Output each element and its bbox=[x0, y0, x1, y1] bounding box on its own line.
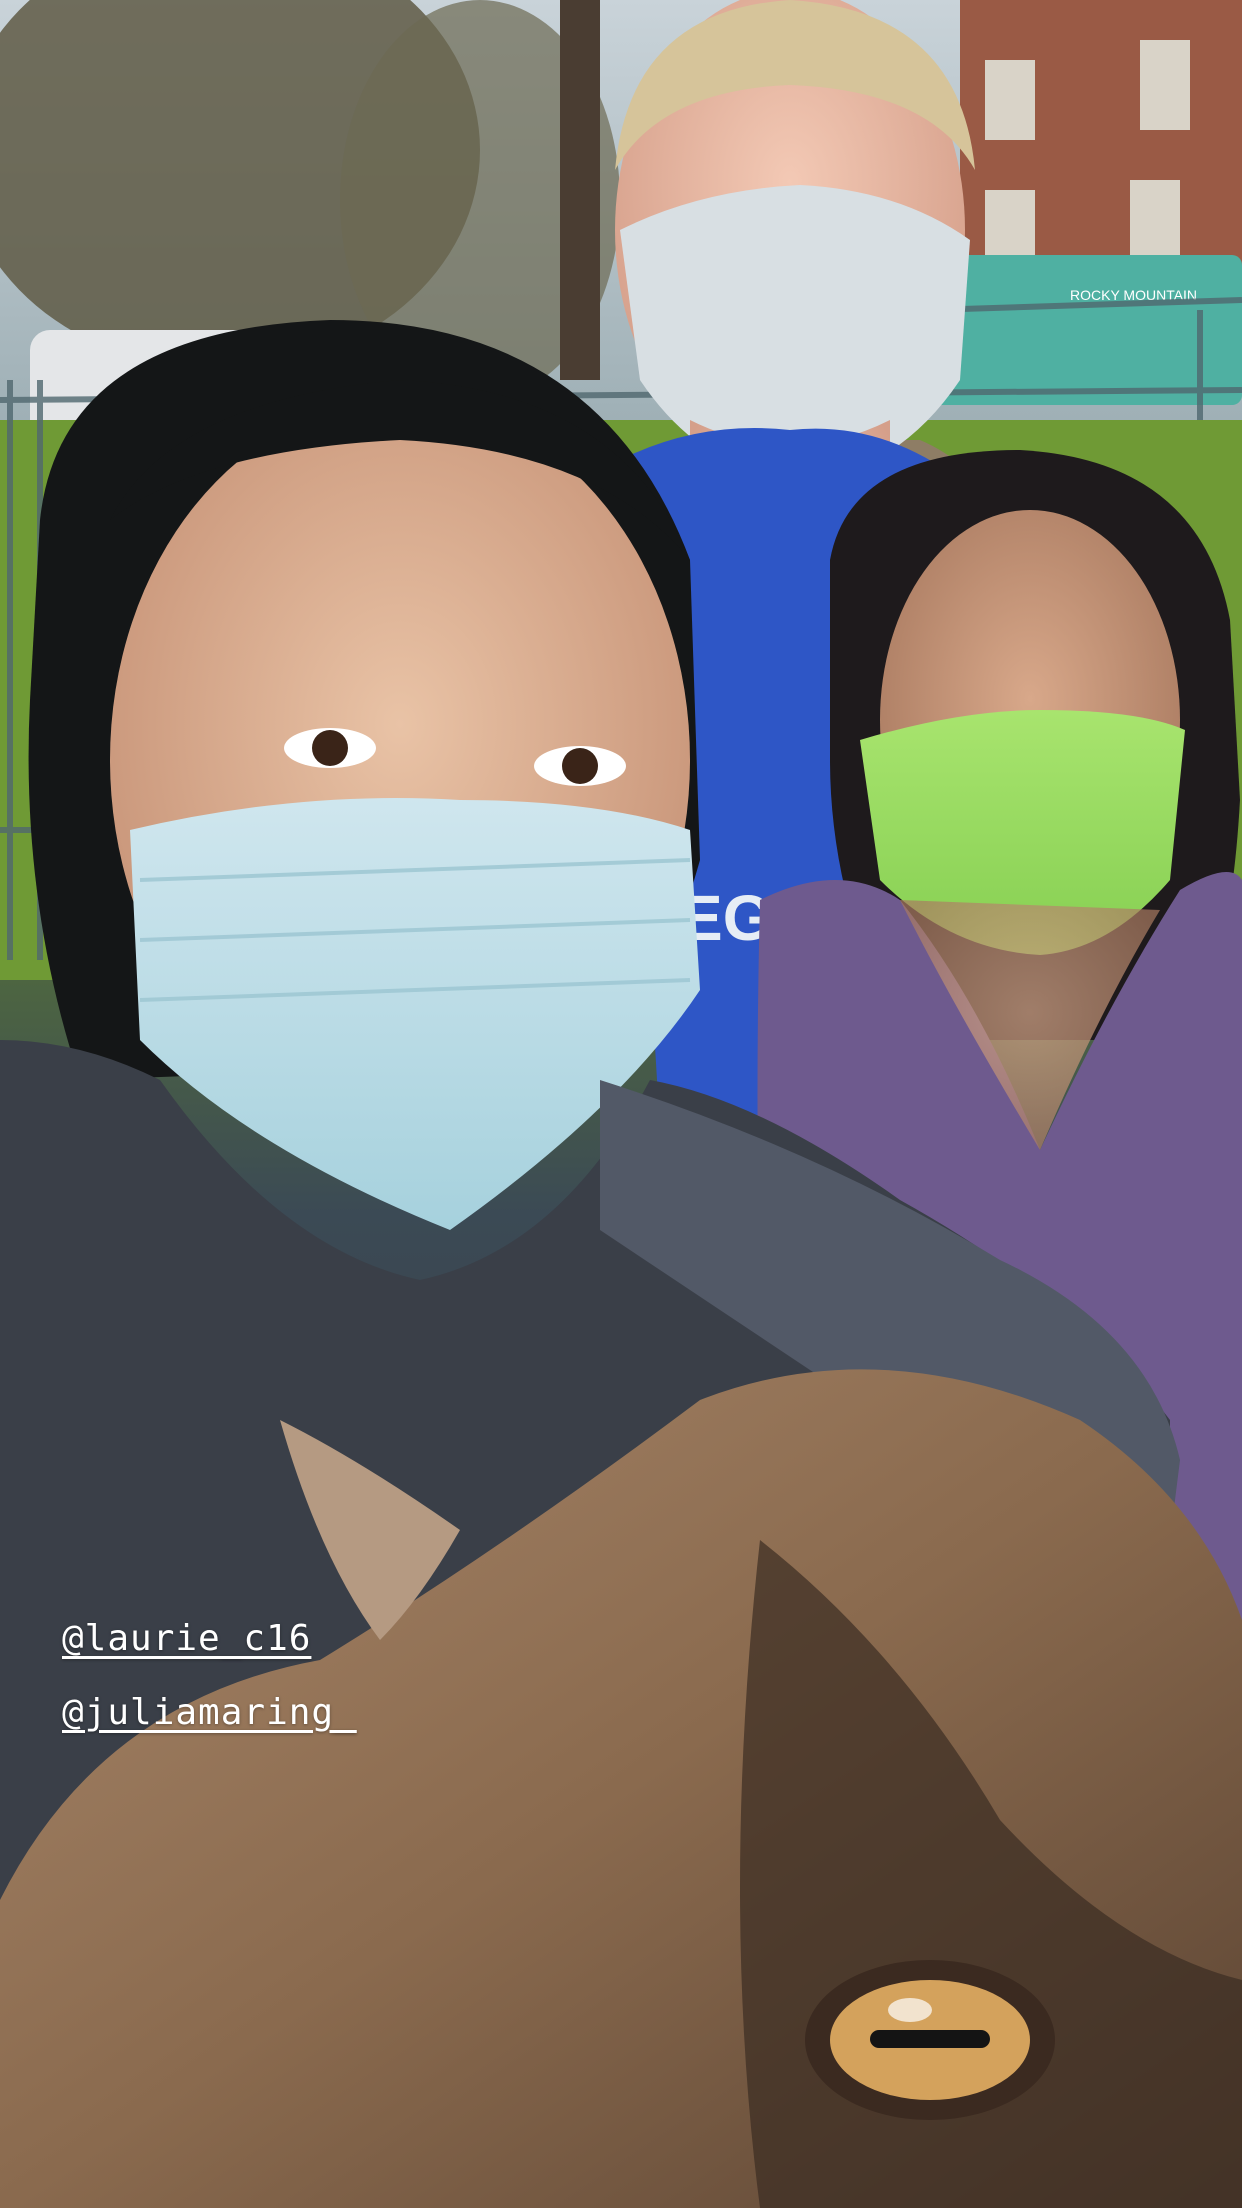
mention-tag-julia[interactable]: @juliamaring_ bbox=[62, 1692, 357, 1733]
mention-tag-laurie[interactable]: @laurie_c16 bbox=[62, 1618, 311, 1659]
story-view: ROCKY MOUNTAIN EG @laurie_c16 @juliamari… bbox=[0, 0, 1242, 2208]
story-photo: ROCKY MOUNTAIN EG bbox=[0, 0, 1242, 2208]
